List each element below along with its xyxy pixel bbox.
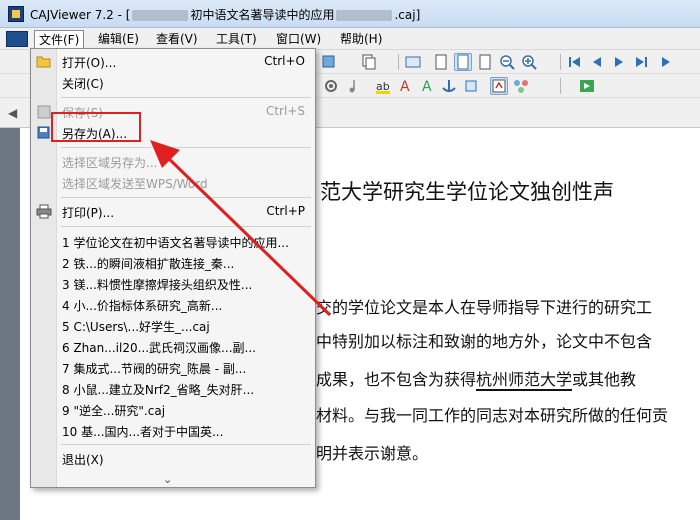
back-icon[interactable] (656, 53, 674, 71)
recent-file-label: 4 小...价指标体系研究_高新... (62, 299, 223, 313)
zoom-out-icon[interactable] (498, 53, 516, 71)
doc-line-1: 交的学位论文是本人在导师指导下进行的研究工 (316, 298, 653, 317)
menu-help[interactable]: 帮助(H) (336, 30, 386, 48)
menu-open[interactable]: 打开(O)... Ctrl+O (31, 51, 315, 72)
go-arrow-icon[interactable] (578, 77, 596, 95)
recent-file-label: 6 Zhan...il20...武氏祠汉画像...副... (62, 341, 256, 355)
tab-left-arrow-icon[interactable]: ◀ (8, 106, 17, 120)
gear-icon[interactable] (322, 77, 340, 95)
first-page-icon[interactable] (566, 53, 584, 71)
prev-page-icon[interactable] (588, 53, 606, 71)
menu-exit[interactable]: 退出(X) (31, 448, 315, 469)
menu-print-label: 打印(P)... (62, 206, 115, 220)
save-as-highlight-box (51, 112, 141, 142)
menu-close-label: 关闭(C) (62, 77, 104, 91)
doc-line-2: 中特别加以标注和致谢的地方外，论文中不包含 (316, 332, 653, 351)
caj-app-icon (8, 6, 24, 22)
redacted-block (132, 10, 189, 21)
redacted-block (336, 10, 393, 21)
fullscreen-icon[interactable] (404, 53, 422, 71)
recent-file-label: 7 集成式...节阀的研究_陈晨 - 副... (62, 362, 247, 376)
annotate-icon[interactable] (490, 77, 508, 95)
copy-icon[interactable] (360, 53, 378, 71)
menu-save-region-label: 选择区域另存为... (62, 156, 158, 170)
chevron-down-icon[interactable]: ⌄ (163, 473, 172, 486)
doc-line-3: 成果，也不包含为获得杭州师范大学或其他教 (316, 366, 637, 391)
title-bar: CAJViewer 7.2 - [ 初中语文名著导读中的应用 .caj] (0, 0, 700, 28)
menu-window[interactable]: 窗口(W) (272, 30, 325, 48)
menu-edit[interactable]: 编辑(E) (94, 30, 143, 48)
anchor-icon[interactable] (440, 77, 458, 95)
doc-line-3-post: 或其他教 (572, 370, 637, 389)
menu-save-region: 选择区域另存为... (31, 151, 315, 172)
menu-send-region-label: 选择区域发送至WPS/Word (62, 177, 208, 191)
title-main: 初中语文名著导读中的应用 (190, 8, 335, 22)
recent-file-10[interactable]: 10 基...国内...者对于中国英... (31, 420, 315, 441)
save-disk-icon (36, 104, 52, 119)
title-suffix: .caj] (394, 8, 421, 22)
menu-view[interactable]: 查看(V) (152, 30, 202, 48)
page-fit-icon[interactable] (476, 53, 494, 71)
doc-title: 范大学研究生学位论文独创性声 (320, 180, 614, 204)
next-page-icon[interactable] (610, 53, 628, 71)
recent-file-9[interactable]: 9 "逆全...研究".caj (31, 399, 315, 420)
menu-send-region: 选择区域发送至WPS/Word (31, 172, 315, 193)
doc-line-3-pre: 成果，也不包含为获得 (316, 370, 477, 389)
folder-open-icon (36, 54, 52, 69)
recent-file-3[interactable]: 3 镁...料惯性摩擦焊接头组织及性... (31, 273, 315, 294)
recent-file-8[interactable]: 8 小鼠...建立及Nrf2_省略_失对肝... (31, 378, 315, 399)
menu-tools[interactable]: 工具(T) (212, 30, 261, 48)
zoom-in-icon[interactable] (520, 53, 538, 71)
doc-logo-icon (6, 31, 28, 47)
menu-open-shortcut: Ctrl+O (264, 54, 305, 68)
doc-university-name: 杭州师范大学 (476, 370, 573, 391)
recent-file-2[interactable]: 2 铁...的瞬间液相扩散连接_秦... (31, 252, 315, 273)
bookmark-icon[interactable] (462, 77, 480, 95)
recent-file-label: 9 "逆全...研究".caj (62, 404, 166, 418)
menu-print-shortcut: Ctrl+P (266, 204, 305, 218)
recent-file-label: 8 小鼠...建立及Nrf2_省略_失对肝... (62, 383, 255, 397)
text-format-icon[interactable]: A (418, 77, 436, 95)
recent-file-label: 3 镁...料惯性摩擦焊接头组织及性... (62, 278, 253, 292)
page-width-icon[interactable] (454, 53, 472, 71)
svg-text:A: A (400, 79, 410, 95)
menu-save-shortcut: Ctrl+S (265, 104, 305, 118)
network-icon[interactable] (512, 77, 530, 95)
last-page-icon[interactable] (632, 53, 650, 71)
text-color-icon[interactable]: A (396, 77, 414, 95)
window-title: CAJViewer 7.2 - [ 初中语文名著导读中的应用 .caj] (30, 6, 420, 23)
svg-text:A: A (422, 79, 432, 95)
doc-line-5: 明并表示谢意。 (316, 444, 429, 463)
printer-icon (36, 204, 52, 219)
recent-file-1[interactable]: 1 学位论文在初中语文名著导读中的应用... (31, 231, 315, 252)
page-icon[interactable] (432, 53, 450, 71)
recent-file-label: 10 基...国内...者对于中国英... (62, 425, 224, 439)
recent-file-label: 2 铁...的瞬间液相扩散连接_秦... (62, 257, 235, 271)
menu-print[interactable]: 打印(P)... Ctrl+P (31, 201, 315, 222)
menu-file[interactable]: 文件(F) (34, 30, 85, 48)
menu-open-label: 打开(O)... (62, 56, 117, 70)
highlight-text-icon[interactable]: ab (374, 77, 392, 95)
recent-file-label: 5 C:\Users\...好学生_...caj (62, 320, 210, 334)
music-icon[interactable] (344, 77, 362, 95)
title-prefix: CAJViewer 7.2 - [ (30, 8, 131, 22)
select-tool-icon[interactable] (320, 53, 338, 71)
menu-bar: 文件(F) 编辑(E) 查看(V) 工具(T) 窗口(W) 帮助(H) (0, 28, 700, 50)
menu-exit-label: 退出(X) (62, 453, 104, 467)
doc-line-4: 材料。与我一同工作的同志对本研究所做的任何贡 (316, 406, 669, 425)
recent-file-5[interactable]: 5 C:\Users\...好学生_...caj (31, 315, 315, 336)
recent-file-7[interactable]: 7 集成式...节阀的研究_陈晨 - 副... (31, 357, 315, 378)
recent-file-6[interactable]: 6 Zhan...il20...武氏祠汉画像...副... (31, 336, 315, 357)
recent-file-label: 1 学位论文在初中语文名著导读中的应用... (62, 236, 289, 250)
recent-file-4[interactable]: 4 小...价指标体系研究_高新... (31, 294, 315, 315)
menu-close[interactable]: 关闭(C) (31, 72, 315, 93)
save-as-icon (36, 125, 52, 140)
